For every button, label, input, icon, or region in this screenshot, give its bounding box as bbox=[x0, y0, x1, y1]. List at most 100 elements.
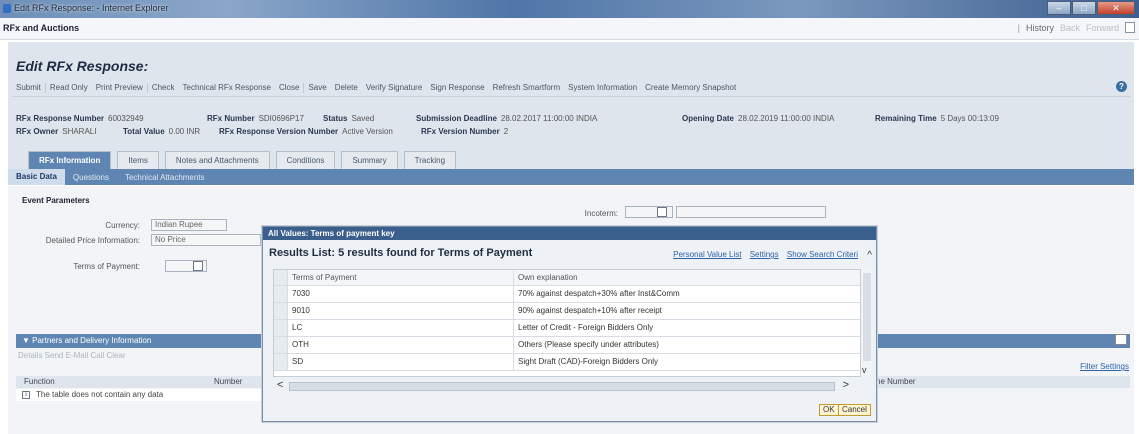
remaining-time-field: Remaining Time 5 Days 00:13:09 bbox=[875, 114, 999, 123]
window-titlebar: Edit RFx Response: - Internet Explorer –… bbox=[0, 0, 1139, 18]
read-only-button[interactable]: Read Only bbox=[46, 83, 92, 93]
terms-of-payment-label: Terms of Payment: bbox=[73, 262, 140, 271]
column-phone-number[interactable]: ne Number bbox=[876, 377, 916, 386]
subtab-basic-data[interactable]: Basic Data bbox=[8, 169, 65, 185]
opening-date-label: Opening Date bbox=[682, 114, 735, 123]
response-version-field: RFx Response Version Number Active Versio… bbox=[219, 127, 393, 136]
tab-tracking[interactable]: Tracking bbox=[403, 151, 457, 169]
rfx-number-field: RFx Number SDI0696P17 bbox=[207, 114, 304, 123]
column-terms-of-payment[interactable]: Terms of Payment bbox=[288, 270, 514, 285]
dialog-title: All Values: Terms of payment key bbox=[263, 227, 876, 240]
subtab-technical-attachments[interactable]: Technical Attachments bbox=[117, 173, 213, 182]
chevron-right-icon[interactable]: > bbox=[843, 379, 849, 391]
collapse-icon[interactable] bbox=[1115, 334, 1127, 345]
table-row[interactable]: 9010 90% against despatch+10% after rece… bbox=[274, 303, 860, 320]
row-selector[interactable] bbox=[274, 320, 288, 336]
window-controls: – □ ✕ bbox=[1046, 1, 1135, 15]
column-number[interactable]: Number bbox=[214, 377, 242, 386]
incoterm-value-help-icon[interactable] bbox=[657, 207, 667, 217]
back-button[interactable]: Back bbox=[1060, 23, 1080, 33]
delete-button[interactable]: Delete bbox=[331, 83, 362, 93]
close-button[interactable]: Close bbox=[275, 82, 305, 93]
chevron-left-icon[interactable]: < bbox=[277, 379, 283, 391]
horizontal-scrollbar[interactable]: < > bbox=[273, 379, 861, 393]
forward-button[interactable]: Forward bbox=[1086, 23, 1119, 33]
settings-link[interactable]: Settings bbox=[750, 250, 779, 259]
column-own-explanation[interactable]: Own explanation bbox=[514, 270, 860, 285]
row-selector[interactable] bbox=[274, 303, 288, 319]
row-selector[interactable] bbox=[274, 337, 288, 353]
tab-rfx-information[interactable]: RFx Information bbox=[28, 151, 112, 169]
status-value: Saved bbox=[351, 114, 375, 123]
ok-button[interactable]: OK bbox=[819, 404, 839, 416]
rfx-owner-field: RFx Owner SHARALI bbox=[16, 127, 96, 136]
technical-rfx-response-button[interactable]: Technical RFx Response bbox=[179, 83, 275, 93]
table-header-row: Terms of Payment Own explanation bbox=[274, 270, 860, 286]
incoterm-location-field[interactable] bbox=[676, 206, 826, 218]
menu-icon[interactable] bbox=[1125, 22, 1135, 33]
refresh-smartform-button[interactable]: Refresh Smartform bbox=[489, 83, 565, 93]
tab-summary[interactable]: Summary bbox=[341, 151, 398, 169]
total-value-field: Total Value 0.00 INR bbox=[123, 127, 200, 136]
event-parameters-title: Event Parameters bbox=[22, 196, 90, 205]
nav-divider: | bbox=[1017, 22, 1020, 33]
close-window-button[interactable]: ✕ bbox=[1097, 1, 1135, 15]
navigation-bar: RFx and Auctions | History Back Forward bbox=[0, 18, 1139, 40]
personal-value-list-link[interactable]: Personal Value List bbox=[673, 250, 741, 259]
tab-conditions[interactable]: Conditions bbox=[275, 151, 336, 169]
create-memory-snapshot-button[interactable]: Create Memory Snapshot bbox=[641, 83, 740, 93]
cancel-button[interactable]: Cancel bbox=[838, 404, 871, 416]
table-row[interactable]: SD Sight Draft (CAD)-Foreign Bidders Onl… bbox=[274, 354, 860, 371]
tab-notes-and-attachments[interactable]: Notes and Attachments bbox=[164, 151, 270, 169]
value-help-icon[interactable] bbox=[193, 261, 203, 271]
currency-field[interactable]: Indian Rupee bbox=[151, 219, 227, 231]
empty-table-message: The table does not contain any data bbox=[16, 389, 266, 401]
scrollbar-thumb[interactable] bbox=[863, 273, 871, 361]
system-information-button[interactable]: System Information bbox=[564, 83, 641, 93]
vertical-scrollbar[interactable]: v bbox=[861, 269, 873, 377]
table-row[interactable]: 7030 70% against despatch+30% after Inst… bbox=[274, 286, 860, 303]
page-title: Edit RFx Response: bbox=[16, 58, 149, 74]
column-function[interactable]: Function bbox=[24, 377, 55, 386]
save-button[interactable]: Save bbox=[304, 83, 330, 93]
minimize-button[interactable]: – bbox=[1047, 1, 1071, 15]
history-menu[interactable]: History bbox=[1026, 23, 1054, 33]
show-search-criteria-link[interactable]: Show Search Criteri bbox=[787, 250, 858, 259]
deadline-field: Submission Deadline 28.02.2017 11:00:00 I… bbox=[416, 114, 597, 123]
subtab-questions[interactable]: Questions bbox=[65, 173, 117, 182]
response-number-field: RFx Response Number 60032949 bbox=[16, 114, 144, 123]
tab-items[interactable]: Items bbox=[117, 151, 159, 169]
results-table: Terms of Payment Own explanation 7030 70… bbox=[273, 269, 861, 377]
explanation-cell: 70% against despatch+30% after Inst&Comm bbox=[518, 289, 680, 298]
maximize-button[interactable]: □ bbox=[1072, 1, 1096, 15]
submit-button[interactable]: Submit bbox=[12, 82, 46, 93]
scrollbar-track[interactable] bbox=[289, 382, 835, 391]
value-help-dialog: All Values: Terms of payment key Results… bbox=[262, 226, 877, 422]
terms-code-cell: LC bbox=[288, 320, 514, 336]
print-preview-button[interactable]: Print Preview bbox=[92, 82, 148, 93]
explanation-cell: Others (Please specify under attributes) bbox=[518, 340, 659, 349]
table-row[interactable]: LC Letter of Credit - Foreign Bidders On… bbox=[274, 320, 860, 337]
explanation-cell: Sight Draft (CAD)-Foreign Bidders Only bbox=[518, 357, 659, 366]
total-value-value: 0.00 INR bbox=[168, 127, 201, 136]
row-selector[interactable] bbox=[274, 286, 288, 302]
select-all-cell[interactable] bbox=[274, 270, 288, 285]
main-tabs: RFx Information Items Notes and Attachme… bbox=[28, 151, 462, 169]
detailed-price-label: Detailed Price Information: bbox=[45, 236, 140, 245]
verify-signature-button[interactable]: Verify Signature bbox=[362, 83, 426, 93]
detailed-price-field[interactable]: No Price bbox=[151, 234, 261, 246]
terms-code-cell: 9010 bbox=[288, 303, 514, 319]
table-row[interactable]: OTH Others (Please specify under attribu… bbox=[274, 337, 860, 354]
filter-link[interactable]: Filter bbox=[1080, 362, 1098, 371]
sub-tabs: Basic Data Questions Technical Attachmen… bbox=[8, 169, 1134, 185]
sign-response-button[interactable]: Sign Response bbox=[426, 83, 488, 93]
chevron-up-icon[interactable]: ^ bbox=[867, 250, 872, 261]
check-button[interactable]: Check bbox=[148, 83, 179, 93]
chevron-down-icon[interactable]: v bbox=[862, 365, 867, 375]
internet-explorer-icon bbox=[3, 4, 11, 13]
row-selector[interactable] bbox=[274, 354, 288, 370]
dialog-links: Personal Value List Settings Show Search… bbox=[667, 250, 858, 259]
help-icon[interactable]: ? bbox=[1116, 81, 1127, 92]
settings-link[interactable]: Settings bbox=[1100, 362, 1129, 371]
response-number-label: RFx Response Number bbox=[16, 114, 105, 123]
